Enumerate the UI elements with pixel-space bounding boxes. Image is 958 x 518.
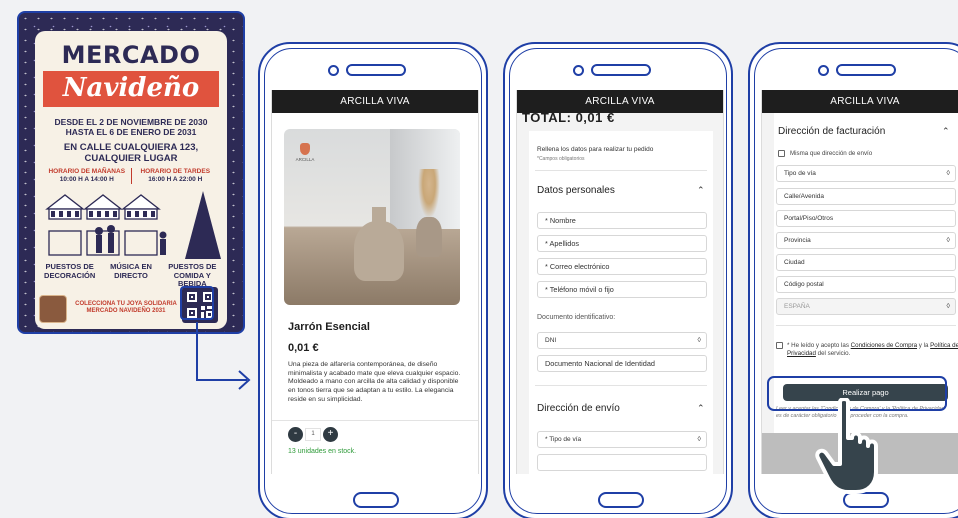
shipping-road-type-select[interactable]: * Tipo de vía ◊ — [537, 431, 707, 448]
terms-link[interactable]: Condiciones de Compra — [851, 342, 917, 349]
phone-checkout-page: ARCILLA VIVA TOTAL: 0,01 € Rellena los d… — [503, 42, 733, 518]
same-address-label: Misma que dirección de envío — [790, 150, 873, 157]
shipping-section-title[interactable]: Dirección de envío — [537, 403, 620, 414]
chevron-up-icon[interactable]: ⌃ — [697, 403, 705, 414]
email-field[interactable]: * Correo electrónico — [537, 258, 707, 275]
select-arrows-icon: ◊ — [697, 337, 701, 344]
checkout-form: TOTAL: 0,01 € Rellena los datos para rea… — [517, 110, 723, 474]
divider — [272, 420, 478, 421]
small-vase — [416, 217, 442, 257]
chevron-up-icon[interactable]: ⌃ — [942, 126, 950, 137]
select-arrows-icon: ◊ — [946, 303, 950, 310]
home-button — [598, 492, 644, 508]
divider — [535, 170, 707, 171]
phone-product-page: ARCILLA VIVA ARCILLA Jarrón Esencial 0,0… — [258, 42, 488, 518]
product-name: Jarrón Esencial — [288, 321, 370, 333]
terms-checkbox[interactable] — [776, 342, 783, 349]
terms-suffix: del servicio. — [817, 349, 851, 357]
door-field[interactable]: Portal/Piso/Otros — [776, 210, 956, 227]
billing-road-type-value: Tipo de vía — [784, 170, 816, 177]
app-header: ARCILLA VIVA — [762, 90, 958, 113]
divider — [776, 325, 956, 326]
quantity-input[interactable]: 1 — [305, 428, 321, 441]
speaker-slot — [346, 64, 406, 76]
front-camera — [573, 65, 584, 76]
speaker-slot — [836, 64, 896, 76]
id-number-field[interactable]: Documento Nacional de Identidad — [537, 355, 707, 372]
select-arrows-icon: ◊ — [946, 170, 950, 177]
terms-prefix: * He leído y acepto las — [787, 342, 849, 349]
product-card: ARCILLA Jarrón Esencial 0,01 € Una pieza… — [272, 113, 478, 474]
stock-status: 13 unidades en stock. — [288, 448, 357, 455]
billing-section-title[interactable]: Dirección de facturación — [778, 126, 885, 137]
shipping-road-type-value: * Tipo de vía — [545, 436, 582, 443]
country-value: ESPAÑA — [784, 303, 810, 310]
quantity-decrease-button[interactable]: - — [288, 427, 303, 442]
home-button — [353, 492, 399, 508]
product-price: 0,01 € — [288, 342, 319, 354]
quantity-stepper[interactable]: - 1 + — [288, 427, 338, 442]
quantity-increase-button[interactable]: + — [323, 427, 338, 442]
form-intro: Rellena los datos para realizar tu pedid… — [537, 146, 654, 153]
same-address-checkbox[interactable] — [778, 150, 785, 157]
terms-label: * He leído y acepto las Condiciones de C… — [787, 342, 958, 357]
province-value: Provincia — [784, 237, 811, 244]
country-select: ESPAÑA ◊ — [776, 298, 956, 315]
front-camera — [818, 65, 829, 76]
checkout-form-panel — [529, 131, 713, 474]
select-arrows-icon: ◊ — [697, 436, 701, 443]
select-arrows-icon: ◊ — [946, 237, 950, 244]
flow-arrow — [196, 322, 251, 390]
pampas-grass — [418, 169, 440, 219]
chevron-up-icon[interactable]: ⌃ — [697, 185, 705, 196]
divider — [535, 385, 707, 386]
required-note: *Campos obligatorios — [537, 156, 585, 162]
billing-road-type-select[interactable]: Tipo de vía ◊ — [776, 165, 956, 182]
brand-logo: ARCILLA — [292, 143, 318, 162]
city-field[interactable]: Ciudad — [776, 254, 956, 271]
id-type-select[interactable]: DNI ◊ — [537, 332, 707, 349]
personal-data-section-title[interactable]: Datos personales — [537, 185, 615, 196]
product-image[interactable]: ARCILLA — [284, 129, 460, 305]
phone-screen: ARCILLA VIVA TOTAL: 0,01 € Rellena los d… — [516, 90, 724, 474]
last-name-field[interactable]: * Apellidos — [537, 235, 707, 252]
phone-field[interactable]: * Teléfono móvil o fijo — [537, 281, 707, 298]
postal-code-field[interactable]: Código postal — [776, 276, 956, 293]
front-camera — [328, 65, 339, 76]
brand-logo-mark — [300, 143, 310, 155]
main-vase — [354, 207, 404, 281]
product-description: Una pieza de alfarería contemporánea, de… — [288, 361, 461, 403]
id-document-label: Documento identificativo: — [537, 314, 616, 321]
phone-screen: ARCILLA VIVA ARCILLA Jarrón Esencial 0,0… — [271, 90, 479, 474]
street-field[interactable]: Calle/Avenida — [776, 188, 956, 205]
province-select[interactable]: Provincia ◊ — [776, 232, 956, 249]
shipping-next-field[interactable] — [537, 454, 707, 471]
first-name-field[interactable]: * Nombre — [537, 212, 707, 229]
app-header: ARCILLA VIVA — [272, 90, 478, 113]
id-type-value: DNI — [545, 337, 557, 344]
terms-mid: y la — [918, 342, 929, 349]
tap-hand-icon — [815, 398, 878, 494]
app-header: ARCILLA VIVA — [517, 90, 723, 113]
brand-logo-text: ARCILLA — [295, 157, 315, 162]
speaker-slot — [591, 64, 651, 76]
